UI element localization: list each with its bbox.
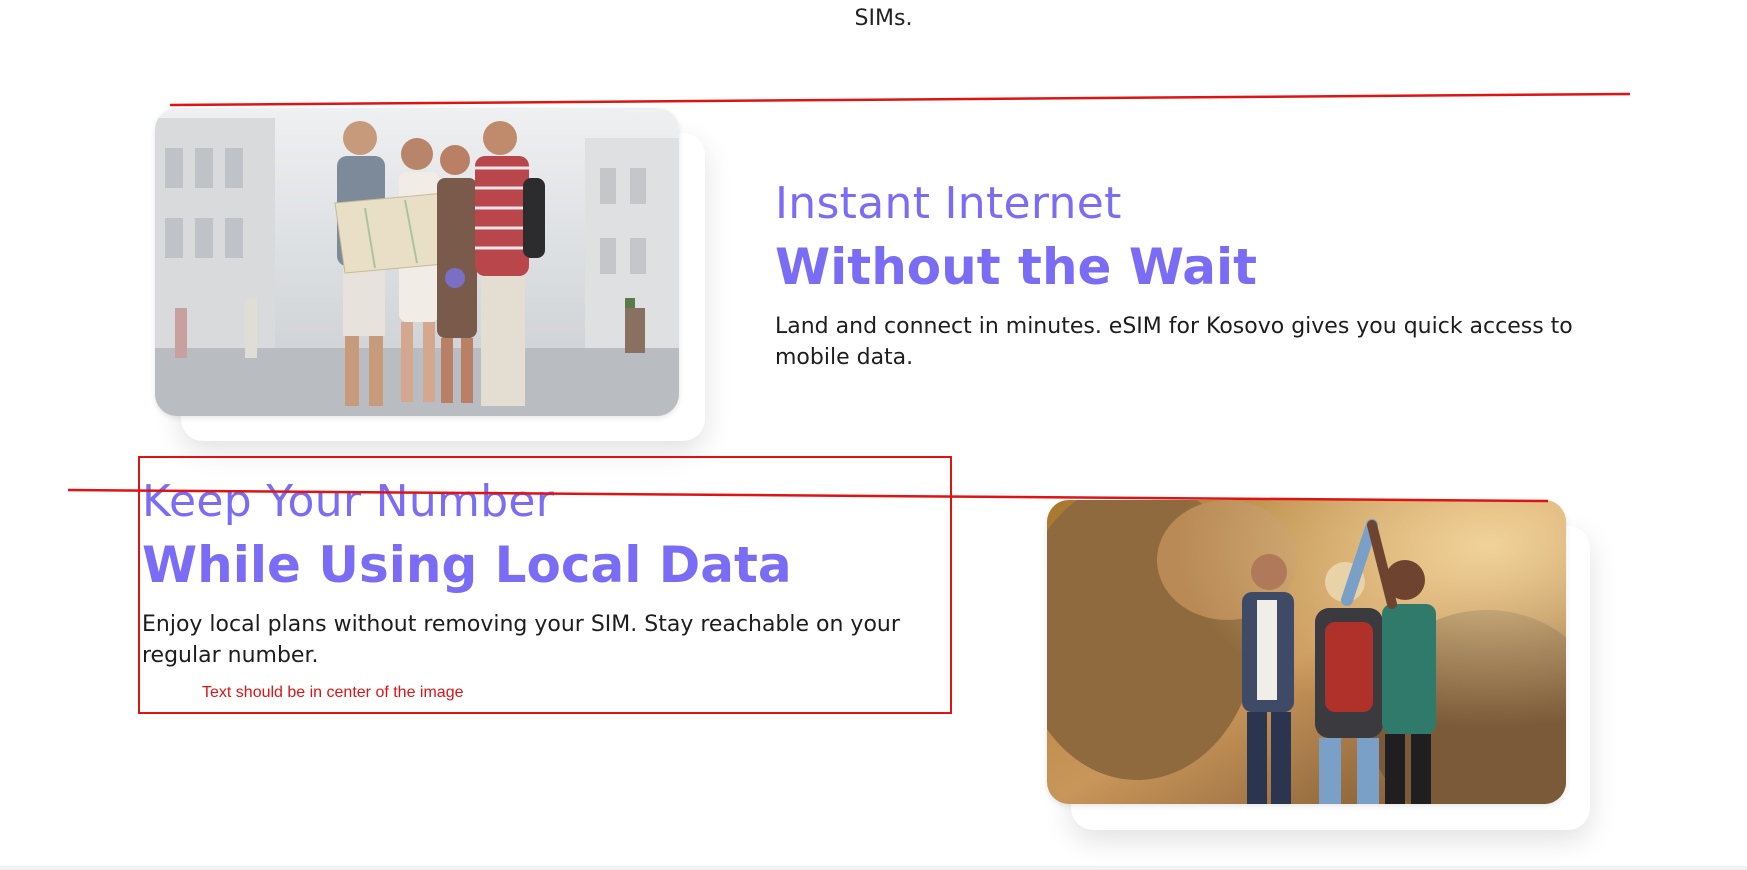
feature-1-image bbox=[155, 108, 679, 416]
feature-2-image bbox=[1047, 500, 1566, 804]
feature-1-description: Land and connect in minutes. eSIM for Ko… bbox=[775, 314, 1573, 370]
hikers-high-five-photo bbox=[1047, 500, 1566, 804]
travelers-map-photo bbox=[155, 108, 679, 416]
intro-text: SIMs. bbox=[854, 6, 913, 31]
annotation-box bbox=[138, 456, 952, 714]
feature-1-title-bold: Without the Wait bbox=[775, 238, 1258, 296]
feature-1-title-light: Instant Internet bbox=[775, 178, 1122, 229]
annotation-note: Text should be in center of the image bbox=[202, 684, 464, 701]
section-divider bbox=[0, 866, 1747, 870]
